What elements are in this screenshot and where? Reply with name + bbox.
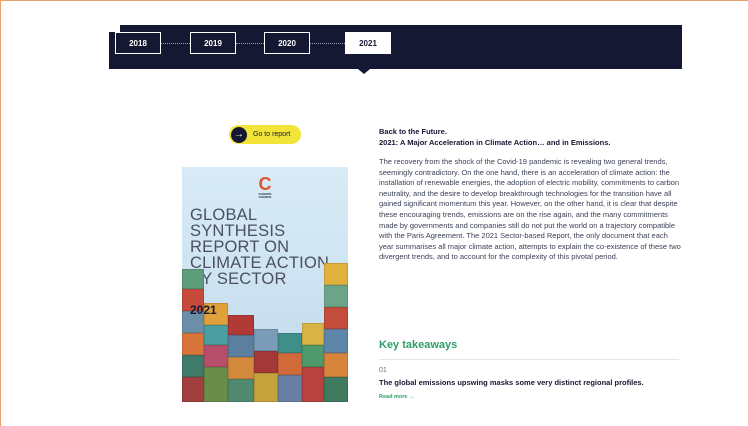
cover-year: 2021 [190, 303, 217, 317]
heading-line-2: 2021: A Major Acceleration in Climate Ac… [379, 138, 611, 147]
divider [379, 359, 679, 360]
year-tab-2018[interactable]: 2018 [115, 32, 161, 54]
takeaway-number: 01 [379, 367, 387, 374]
timeline-connector [161, 43, 190, 44]
takeaway-text: The global emissions upswing masks some … [379, 378, 644, 387]
timeline-corner-tab [109, 25, 120, 32]
article-heading: Back to the Future. 2021: A Major Accele… [379, 126, 699, 148]
year-tab-2020[interactable]: 2020 [264, 32, 310, 54]
climate-chance-logo: C CLIMATE CHANCE [258, 174, 272, 199]
article-body: The recovery from the shock of the Covid… [379, 157, 681, 262]
arrow-right-icon: → [231, 126, 247, 143]
shipping-containers-illustration [182, 263, 348, 402]
year-timeline: 2018 2019 2020 2021 [109, 25, 682, 69]
report-cover-image[interactable]: C CLIMATE CHANCE GLOBAL SYNTHESIS REPORT… [182, 167, 348, 402]
heading-line-1: Back to the Future. [379, 127, 447, 136]
go-to-report-button[interactable]: → Go to report [229, 125, 301, 144]
frame-top-border [0, 0, 748, 1]
year-tab-2019[interactable]: 2019 [190, 32, 236, 54]
timeline-connector [236, 43, 264, 44]
key-takeaways-title: Key takeaways [379, 339, 458, 351]
timeline-connector [310, 43, 345, 44]
go-to-report-label: Go to report [253, 131, 291, 138]
year-tab-2021[interactable]: 2021 [345, 32, 391, 54]
frame-left-border [0, 0, 1, 426]
active-year-indicator [358, 69, 370, 74]
read-more-link[interactable]: Read more → [379, 394, 414, 400]
